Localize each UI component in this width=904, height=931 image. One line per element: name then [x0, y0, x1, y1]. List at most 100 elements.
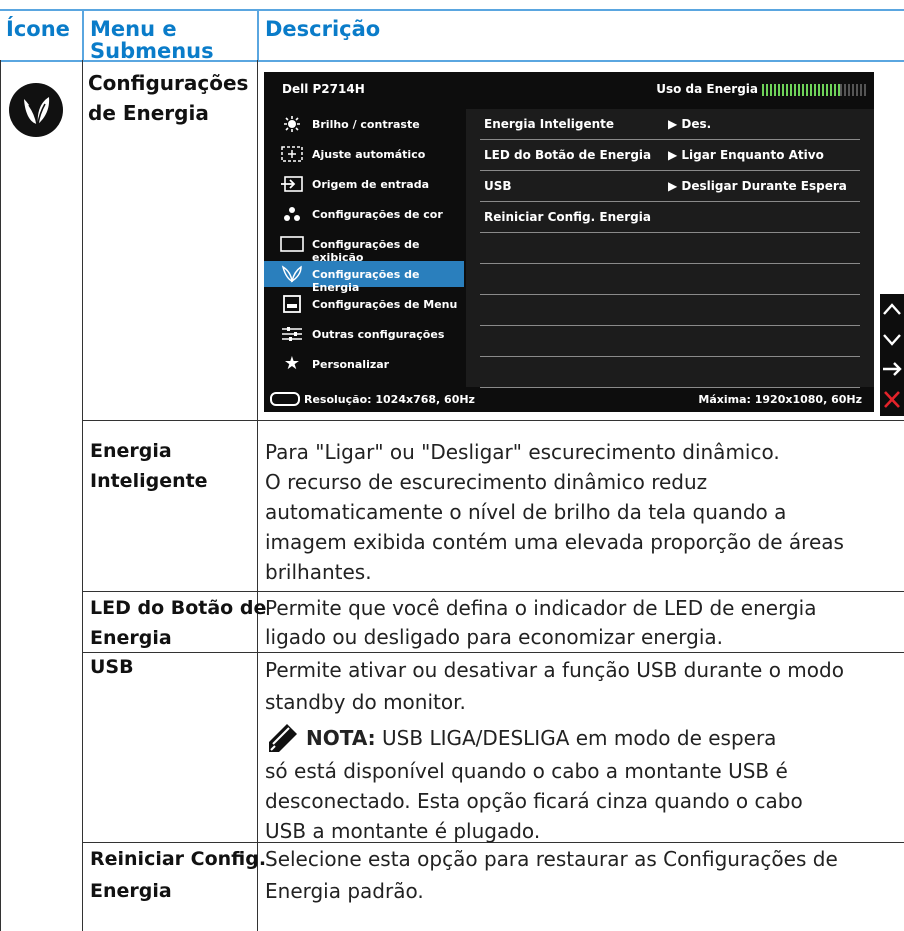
osd-row-value-text: Ligar Enquanto Ativo	[681, 148, 824, 162]
row-smart-energy-desc-3: automaticamente o nível de brilho da tel…	[265, 500, 787, 524]
sun-icon	[280, 115, 304, 133]
down-arrow-icon[interactable]	[880, 324, 904, 354]
color-dots-icon	[280, 205, 304, 223]
osd-menu-item-energy[interactable]: Configurações de Energia	[264, 261, 464, 294]
osd-submenu-panel: Energia Inteligente ▶ Des. LED do Botão …	[466, 109, 874, 388]
row-power-led-label-2: Energia	[90, 627, 172, 649]
row-reset-energy-label-1: Reiniciar Config.	[90, 848, 267, 870]
row-smart-energy-desc-5: brilhantes.	[265, 560, 372, 584]
osd-row-key: Energia Inteligente	[484, 117, 615, 131]
left-border	[0, 60, 1, 931]
row-reset-energy-desc-1: Selecione esta opção para restaurar as C…	[265, 847, 838, 871]
input-source-icon	[280, 175, 304, 193]
leaf-icon	[9, 83, 63, 137]
osd-row-value: ▶ Ligar Enquanto Ativo	[668, 148, 824, 162]
osd-screenshot: Dell P2714H Uso da Energia Brilho / cont…	[264, 72, 874, 412]
energy-usage-meter	[762, 84, 868, 96]
osd-empty-row	[480, 233, 860, 264]
row-smart-energy-desc-1: Para "Ligar" ou "Desligar" escurecimento…	[265, 440, 780, 464]
note-label: NOTA:	[306, 726, 376, 750]
osd-menu-item-input-source[interactable]: Origem de entrada	[264, 171, 464, 197]
row-usb-note-line-3: desconectado. Esta opção ficará cinza qu…	[265, 789, 803, 813]
osd-menu-item-brightness[interactable]: Brilho / contraste	[264, 111, 464, 137]
row-reset-energy-label-2: Energia	[90, 880, 172, 902]
col-divider-1	[82, 9, 84, 62]
row-divider-1	[82, 420, 904, 421]
row-smart-energy-label-1: Energia	[90, 440, 172, 462]
manual-page: Ícone Menu e Submenus Descrição Configur…	[0, 0, 904, 931]
osd-menu-item-auto-adjust[interactable]: Ajuste automático	[264, 141, 464, 167]
main-entry-label-2: de Energia	[88, 101, 209, 125]
row-usb-desc-1: Permite ativar ou desativar a função USB…	[265, 658, 844, 682]
connector-icon	[270, 392, 300, 406]
up-arrow-icon[interactable]	[880, 294, 904, 324]
osd-empty-row	[480, 264, 860, 295]
row-reset-energy-desc-2: Energia padrão.	[265, 879, 424, 903]
table-top-border	[0, 9, 904, 11]
osd-menu-item-other[interactable]: Outras configurações	[264, 321, 464, 347]
osd-row-value: ▶ Des.	[668, 117, 712, 131]
osd-menu-item-personalize[interactable]: ★ Personalizar	[264, 351, 464, 377]
row-power-led-desc-2: ligado ou desligado para economizar ener…	[265, 625, 724, 649]
osd-model-name: Dell P2714H	[282, 82, 365, 96]
header-icon-col: Ícone	[6, 17, 70, 41]
row-usb-note-line-1: NOTA: USB LIGA/DESLIGA em modo de espera	[306, 723, 776, 753]
star-icon: ★	[283, 353, 301, 374]
row-smart-energy-desc-2: O recurso de escurecimento dinâmico redu…	[265, 470, 708, 494]
main-entry-label-1: Configurações	[88, 71, 249, 95]
osd-usage-label: Uso da Energia	[656, 82, 758, 96]
osd-menu-item-color[interactable]: Configurações de cor	[264, 201, 464, 227]
osd-row-value-text: Desligar Durante Espera	[681, 179, 847, 193]
sliders-icon	[280, 325, 304, 343]
col-divider-1-body	[82, 60, 83, 931]
osd-top-bar: Dell P2714H Uso da Energia	[264, 72, 874, 109]
osd-side-buttons	[880, 294, 904, 416]
auto-adjust-icon	[280, 145, 304, 163]
osd-row-usb[interactable]: USB ▶ Desligar Durante Espera	[480, 171, 860, 202]
osd-menu-label: Origem de entrada	[312, 178, 430, 191]
osd-row-key: LED do Botão de Energia	[484, 148, 652, 162]
osd-menu-label: Personalizar	[312, 358, 390, 371]
menu-icon	[280, 295, 304, 313]
osd-resolution: Resolução: 1024x768, 60Hz	[304, 393, 475, 406]
row-smart-energy-label-2: Inteligente	[90, 470, 208, 492]
osd-bottom-bar: Resolução: 1024x768, 60Hz Máxima: 1920x1…	[264, 387, 874, 412]
osd-menu-item-display[interactable]: Configurações de exibição	[264, 231, 464, 264]
osd-row-value: ▶ Desligar Durante Espera	[668, 179, 847, 193]
osd-row-reset-energy[interactable]: Reiniciar Config. Energia	[480, 202, 860, 233]
row-power-led-desc-1: Permite que você defina o indicador de L…	[265, 596, 817, 620]
header-desc-col: Descrição	[265, 17, 381, 41]
osd-menu-item-menu-settings[interactable]: Configurações de Menu	[264, 291, 464, 317]
osd-menu-label: Ajuste automático	[312, 148, 426, 161]
osd-menu-label: Outras configurações	[312, 328, 445, 341]
header-menu-col-1: Menu e	[90, 17, 177, 41]
close-icon[interactable]	[880, 384, 904, 414]
col-divider-2-body	[257, 60, 258, 931]
row-smart-energy-desc-4: imagem exibida contém uma elevada propor…	[265, 530, 844, 554]
osd-menu-label: Brilho / contraste	[312, 118, 420, 131]
display-icon	[280, 235, 304, 253]
col-divider-2	[257, 9, 259, 62]
osd-row-smart-energy[interactable]: Energia Inteligente ▶ Des.	[480, 109, 860, 140]
row-usb-note-line-2: só está disponível quando o cabo a monta…	[265, 759, 788, 783]
osd-row-value-text: Des.	[681, 117, 712, 131]
row-power-led-label-1: LED do Botão de	[90, 597, 267, 619]
row-usb-label: USB	[90, 656, 134, 678]
osd-menu-label: Configurações de Menu	[312, 298, 458, 311]
row-divider-2	[82, 591, 904, 592]
pencil-icon	[267, 722, 301, 754]
osd-empty-row	[480, 295, 860, 326]
osd-row-power-led[interactable]: LED do Botão de Energia ▶ Ligar Enquanto…	[480, 140, 860, 171]
right-arrow-icon[interactable]	[880, 354, 904, 384]
leaf-icon	[280, 265, 304, 283]
osd-left-menu: Brilho / contraste Ajuste automático Ori…	[264, 109, 464, 387]
row-divider-3	[82, 652, 904, 653]
osd-menu-label: Configurações de cor	[312, 208, 443, 221]
row-usb-desc-2: standby do monitor.	[265, 690, 466, 714]
osd-empty-row	[480, 357, 860, 388]
note-text: USB LIGA/DESLIGA em modo de espera	[382, 726, 777, 750]
osd-row-key: USB	[484, 179, 512, 193]
header-menu-col-2: Submenus	[90, 39, 214, 63]
osd-row-key: Reiniciar Config. Energia	[484, 210, 651, 224]
row-usb-note-line-4: USB a montante é plugado.	[265, 819, 541, 843]
